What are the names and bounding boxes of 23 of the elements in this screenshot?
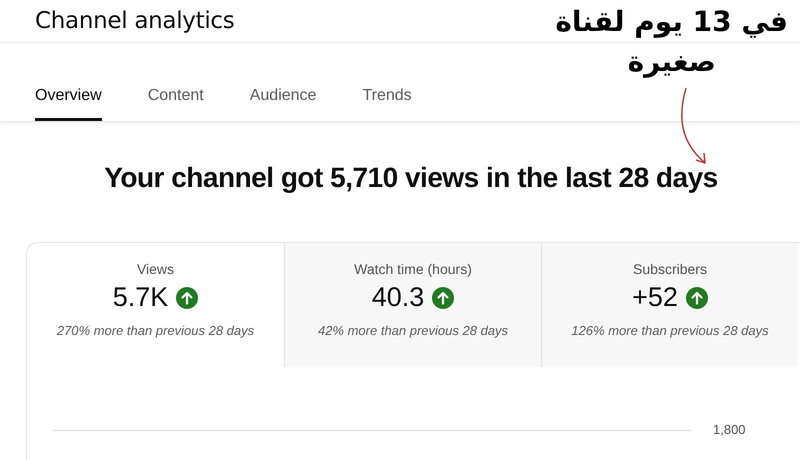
axis-tick-label: 1,800 (713, 422, 746, 437)
comparison-text: 270% more than previous 28 days (56, 323, 254, 338)
tab[interactable]: Audience (250, 75, 316, 121)
metric-tab[interactable]: Watch time (hours) 40.3 42% more than previous 28 days (284, 243, 541, 367)
page-title: Channel analytics (35, 8, 234, 34)
metric-value: 40.3 (372, 282, 424, 313)
annotation-text: صغيرة (628, 44, 716, 80)
headline: Your channel got 5,710 views in the last 28 days (103, 162, 719, 194)
tab[interactable]: Overview (35, 75, 102, 121)
tab[interactable]: Trends (362, 75, 412, 121)
arrow-up-icon (432, 286, 454, 308)
metric-label: Views (136, 261, 174, 277)
tab[interactable]: Content (148, 75, 204, 121)
comparison-text: 42% more than previous 28 days (318, 323, 508, 338)
annotation-text: في 13 يوم لقناة (555, 4, 788, 40)
metric-label: Watch time (hours) (354, 261, 472, 277)
arrow-up-icon (176, 286, 198, 308)
comparison-text: 126% more than previous 28 days (571, 323, 769, 338)
metric-label: Subscribers (633, 261, 707, 277)
metric-value: +52 (632, 282, 678, 313)
arrow-up-icon (686, 286, 708, 308)
metric-tab[interactable]: Subscribers +52 126% more than previous 28 days (541, 243, 798, 367)
metric-value: 5.7K (112, 282, 168, 313)
